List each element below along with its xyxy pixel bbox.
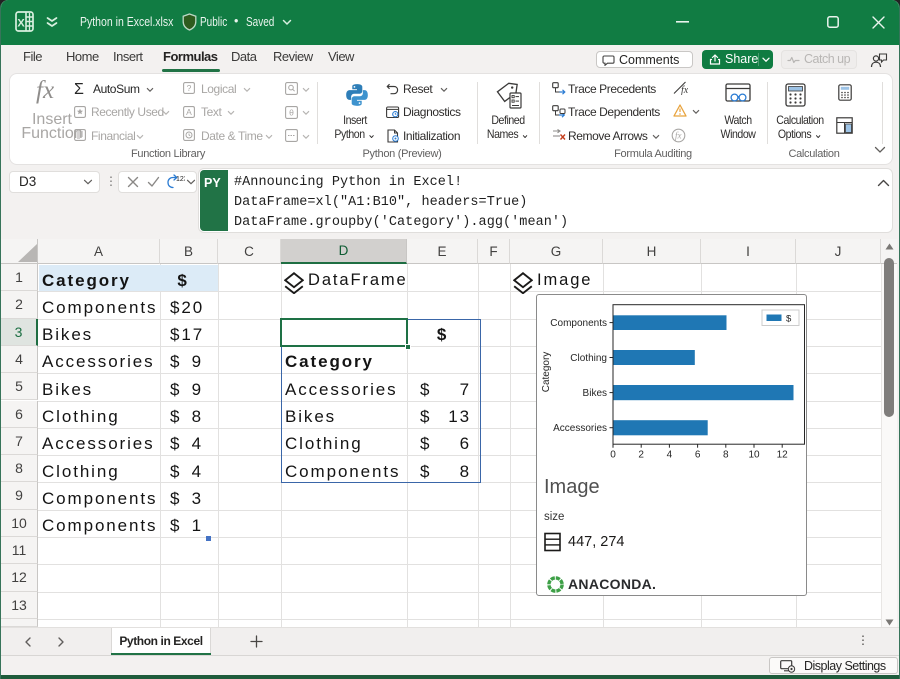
svg-text:4: 4 xyxy=(667,450,673,461)
svg-text:A: A xyxy=(186,107,192,117)
svg-text:$: $ xyxy=(786,314,792,325)
svg-text:Clothing: Clothing xyxy=(570,353,607,364)
svg-text:θ: θ xyxy=(289,107,294,117)
svg-text:0: 0 xyxy=(610,450,616,461)
svg-text:fx: fx xyxy=(681,85,688,95)
svg-text:10: 10 xyxy=(748,450,760,461)
svg-text:6: 6 xyxy=(695,450,701,461)
svg-text:Bikes: Bikes xyxy=(583,388,607,399)
svg-text:2: 2 xyxy=(638,450,644,461)
svg-text:Category: Category xyxy=(541,352,552,393)
svg-text:Accessories: Accessories xyxy=(553,423,607,434)
svg-text:8: 8 xyxy=(723,450,729,461)
svg-text:fx: fx xyxy=(675,131,682,141)
svg-text:X: X xyxy=(17,18,25,30)
svg-text:12: 12 xyxy=(777,450,789,461)
svg-text:123: 123 xyxy=(176,176,185,183)
svg-text:?: ? xyxy=(187,83,192,93)
svg-text:Components: Components xyxy=(550,318,607,329)
